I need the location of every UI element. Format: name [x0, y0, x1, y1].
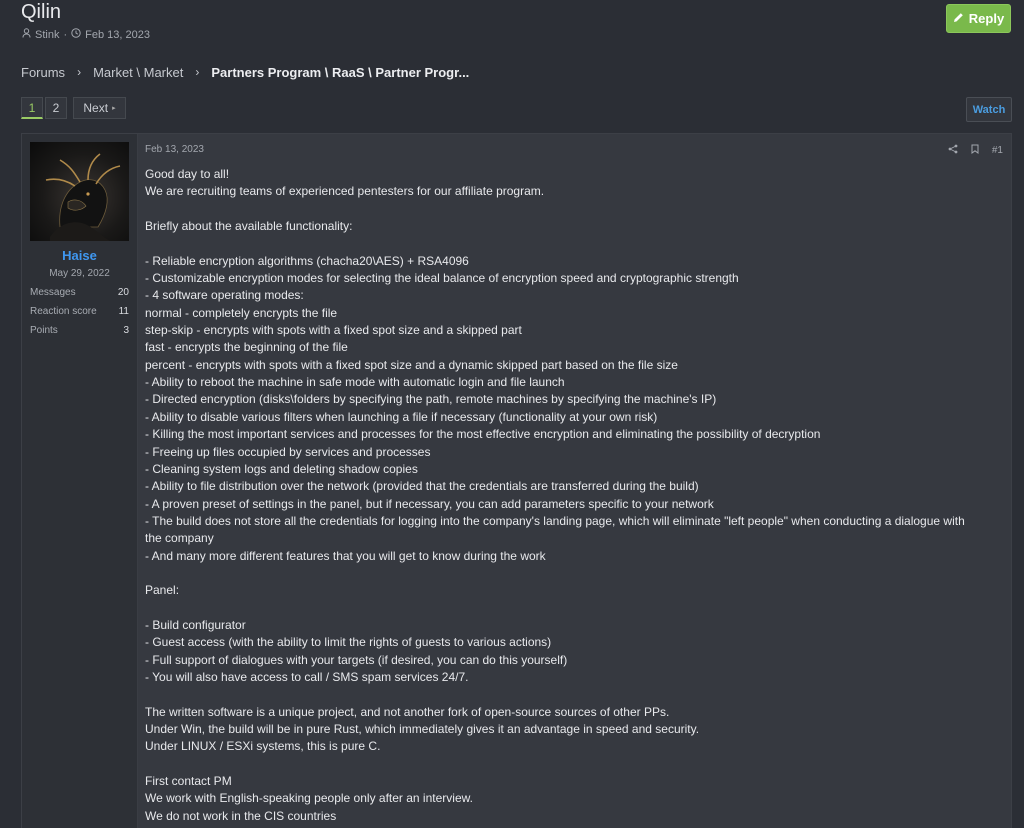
pencil-icon: [953, 11, 964, 26]
stat-value: 20: [117, 287, 129, 298]
stat-label: Points: [30, 325, 58, 336]
message-line: Under LINUX / ESXi systems, this is pure…: [145, 739, 381, 754]
next-page-button[interactable]: Next ▸: [73, 97, 126, 119]
message-line: [145, 686, 1003, 703]
message-line: - Ability to disable various filters whe…: [145, 409, 658, 424]
bookmark-icon[interactable]: [971, 144, 979, 157]
message-line: normal - completely encrypts the file: [145, 305, 338, 320]
breadcrumb-market[interactable]: Market \ Market: [93, 65, 183, 80]
message-line: - Cleaning system logs and deleting shad…: [145, 461, 418, 476]
join-date: May 29, 2022: [49, 268, 110, 279]
message-line: We work with English-speaking people onl…: [145, 791, 473, 806]
page-2-button[interactable]: 2: [45, 97, 67, 119]
stat-value: 3: [123, 325, 129, 336]
message-line: We do not work in the CIS countries: [145, 808, 337, 823]
message-header: Feb 13, 2023 #1: [145, 144, 1003, 157]
thread-meta: Stink · Feb 13, 2023: [22, 28, 150, 41]
reply-button[interactable]: Reply: [946, 4, 1011, 33]
next-label: Next: [83, 101, 109, 115]
message-line: - Guest access (with the ability to limi…: [145, 635, 552, 650]
message-line: Under Win, the build will be in pure Rus…: [145, 722, 700, 736]
message-line: - Build configurator: [145, 617, 246, 632]
message-line: First contact PM: [145, 774, 232, 789]
message-line: - Customizable encryption modes for sele…: [145, 271, 739, 286]
thread-author[interactable]: Stink: [35, 29, 59, 41]
message-line: [145, 600, 1003, 617]
stat-reaction-score: Reaction score 11: [30, 306, 129, 317]
message-line: - Freeing up files occupied by services …: [145, 444, 431, 459]
user-icon: [22, 28, 31, 41]
message-line: - Full support of dialogues with your ta…: [145, 652, 568, 667]
message-line: - Killing the most important services an…: [145, 427, 821, 442]
message-panel: Feb 13, 2023 #1 Good day to all! We are r…: [138, 134, 1011, 828]
message-line: - You will also have access to call / SM…: [145, 669, 469, 684]
user-panel: Haise May 29, 2022 Messages 20 Reaction …: [22, 134, 138, 828]
breadcrumb: Forums › Market \ Market › Partners Prog…: [21, 64, 469, 80]
message-line: the company: [145, 531, 214, 546]
message-line: - The build does not store all the crede…: [145, 513, 965, 528]
avatar[interactable]: [30, 142, 129, 241]
breadcrumb-current[interactable]: Partners Program \ RaaS \ Partner Progr.…: [211, 65, 469, 80]
post-date[interactable]: Feb 13, 2023: [145, 144, 204, 157]
message-line: - Ability to file distribution over the …: [145, 479, 699, 494]
stat-points: Points 3: [30, 325, 129, 336]
post-number[interactable]: #1: [992, 145, 1003, 156]
username[interactable]: Haise: [30, 248, 129, 263]
message-line: - Reliable encryption algorithms (chacha…: [145, 253, 469, 268]
message-line: [145, 756, 1003, 773]
message-line: percent - encrypts with spots with a fix…: [145, 357, 678, 372]
chevron-right-icon: ▸: [112, 105, 116, 112]
chevron-right-icon: ›: [77, 65, 82, 79]
thread-date[interactable]: Feb 13, 2023: [85, 29, 150, 41]
message-line: fast - encrypts the beginning of the fil…: [145, 340, 348, 355]
message-line: - A proven preset of settings in the pan…: [145, 496, 714, 511]
message-line: [145, 201, 1003, 218]
message-tools: #1: [948, 144, 1003, 157]
message-body: Good day to all! We are recruiting teams …: [145, 166, 1003, 825]
reply-label: Reply: [968, 11, 1005, 26]
thread-title: Qilin: [21, 1, 62, 23]
post-container: Haise May 29, 2022 Messages 20 Reaction …: [21, 133, 1012, 828]
pagination: 1 2 Next ▸: [21, 97, 126, 119]
share-icon[interactable]: [948, 144, 958, 157]
message-line: [145, 235, 1003, 252]
clock-icon: [71, 28, 81, 41]
message-line: - 4 software operating modes:: [145, 288, 304, 303]
message-line: We are recruiting teams of experienced p…: [145, 184, 545, 199]
meta-separator: ·: [63, 28, 68, 41]
message-line: Good day to all!: [145, 167, 230, 181]
stat-label: Reaction score: [30, 306, 97, 317]
message-line: - And many more different features that …: [145, 548, 546, 563]
message-line: - Ability to reboot the machine in safe …: [145, 375, 565, 390]
watch-button[interactable]: Watch: [966, 97, 1012, 122]
message-line: Panel:: [145, 583, 180, 598]
page-1-button[interactable]: 1: [21, 97, 43, 119]
message-line: Briefly about the available functionalit…: [145, 219, 353, 234]
chevron-right-icon: ›: [195, 65, 200, 79]
breadcrumb-forums[interactable]: Forums: [21, 65, 65, 80]
stat-messages: Messages 20: [30, 287, 129, 298]
stat-label: Messages: [30, 287, 76, 298]
stat-value: 11: [118, 306, 129, 317]
message-line: - Directed encryption (disks\folders by …: [145, 392, 717, 407]
message-line: [145, 565, 1003, 582]
message-line: The written software is a unique project…: [145, 704, 670, 719]
message-line: step-skip - encrypts with spots with a f…: [145, 323, 522, 338]
